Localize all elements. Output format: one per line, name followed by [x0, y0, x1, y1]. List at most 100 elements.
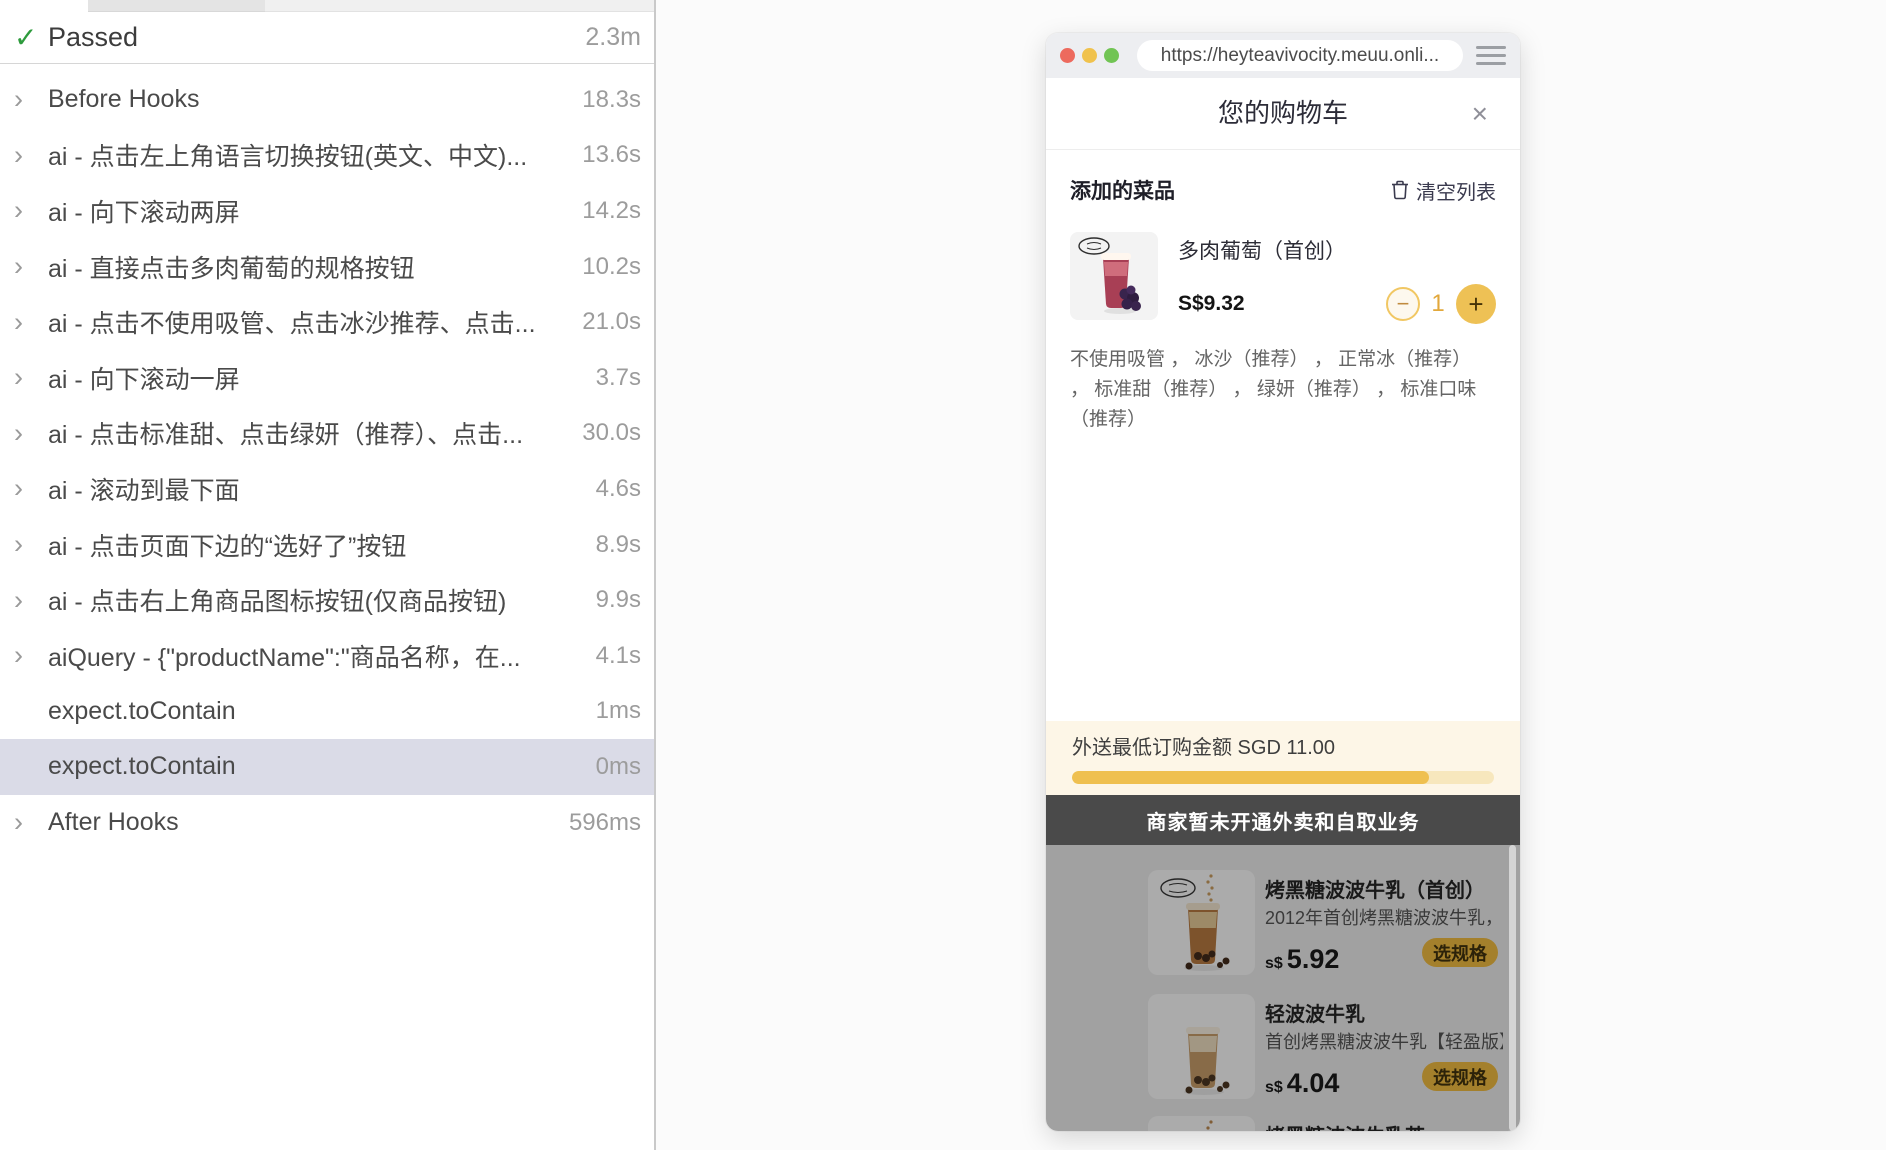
chevron-right-icon: ›	[14, 362, 23, 393]
test-step-row[interactable]: › ai - 点击页面下边的“选好了”按钮 8.9s	[0, 517, 654, 573]
check-icon: ✓	[14, 22, 38, 53]
test-steps-panel: ✓ Passed 2.3m › Before Hooks 18.3s › ai …	[0, 0, 656, 1150]
chevron-right-icon: ›	[14, 584, 23, 615]
cart-item-info: 多肉葡萄（首创） S$9.32 − 1 +	[1178, 230, 1496, 345]
test-step-label: ai - 点击右上角商品图标按钮(仅商品按钮)	[48, 588, 507, 617]
hamburger-menu-icon[interactable]	[1476, 46, 1506, 65]
min-order-label: 外送最低订购金额 SGD 11.00	[1072, 737, 1336, 759]
test-step-duration: 10.2s	[582, 252, 641, 280]
modal-dim-overlay	[1046, 845, 1520, 1131]
tab-strip-filler	[265, 0, 654, 12]
test-step-row[interactable]: › ai - 向下滚动一屏 3.7s	[0, 350, 654, 406]
cart-title: 您的购物车	[1217, 98, 1348, 128]
test-status-label: Passed	[48, 22, 139, 52]
cart-modal-header: 您的购物车 ×	[1046, 78, 1520, 150]
test-step-duration: 30.0s	[582, 419, 641, 447]
test-step-duration: 9.9s	[595, 586, 641, 614]
test-step-label: ai - 向下滚动一屏	[48, 365, 240, 394]
test-step-row[interactable]: › Before Hooks 18.3s	[0, 72, 654, 128]
cart-item-name: 多肉葡萄（首创）	[1178, 240, 1346, 263]
test-step-label: ai - 点击页面下边的“选好了”按钮	[48, 532, 407, 561]
test-step-row[interactable]: › aiQuery - {"productName":"商品名称，在... 4.…	[0, 628, 654, 684]
browser-toolbar: https://heyteavivocity.meuu.onli...	[1046, 33, 1520, 78]
test-step-row[interactable]: › ai - 向下滚动两屏 14.2s	[0, 183, 654, 239]
test-step-label: ai - 向下滚动两屏	[48, 198, 240, 227]
minimize-traffic-light[interactable]	[1082, 48, 1097, 63]
chevron-right-icon: ›	[14, 529, 23, 560]
dimmed-menu-background: 烤黑糖波波牛乳（首创） 2012年首创烤黑糖波波牛乳，“布蕾珍... s$5.9…	[1046, 845, 1520, 1131]
address-bar[interactable]: https://heyteavivocity.meuu.onli...	[1137, 40, 1463, 71]
test-step-label: ai - 点击标准甜、点击绿妍（推荐）、点击...	[48, 421, 524, 450]
added-items-label: 添加的菜品	[1070, 180, 1175, 203]
test-step-row[interactable]: › expect.toContain 1ms	[0, 684, 654, 740]
test-step-label: After Hooks	[48, 808, 179, 837]
inactive-tab-top[interactable]	[88, 0, 265, 12]
test-status-duration: 2.3m	[585, 23, 641, 51]
test-step-duration: 21.0s	[582, 308, 641, 336]
chevron-right-icon: ›	[14, 195, 23, 226]
maximize-traffic-light[interactable]	[1104, 48, 1119, 63]
test-step-row[interactable]: › ai - 点击标准甜、点击绿妍（推荐）、点击... 30.0s	[0, 406, 654, 462]
chevron-right-icon: ›	[14, 139, 23, 170]
screenshot-preview-area: https://heyteavivocity.meuu.onli... 您的购物…	[658, 0, 1886, 1150]
close-traffic-light[interactable]	[1060, 48, 1075, 63]
chevron-right-icon: ›	[14, 417, 23, 448]
test-step-duration: 4.6s	[595, 474, 641, 502]
cart-section-header: 添加的菜品 清空列表	[1046, 150, 1520, 230]
test-step-row[interactable]: › expect.toContain 0ms	[0, 739, 654, 795]
min-order-section: 外送最低订购金额 SGD 11.00	[1046, 721, 1520, 795]
test-step-duration: 3.7s	[595, 363, 641, 391]
test-step-duration: 0ms	[595, 752, 641, 780]
cart-item-options: 不使用吸管 ， 冰沙（推荐） ， 正常冰（推荐） ， 标准甜（推荐） ， 绿妍（…	[1070, 349, 1477, 430]
test-step-row[interactable]: › ai - 直接点击多肉葡萄的规格按钮 10.2s	[0, 239, 654, 295]
test-step-duration: 1ms	[595, 697, 641, 725]
test-step-list: › Before Hooks 18.3s › ai - 点击左上角语言切换按钮(…	[0, 64, 654, 850]
cart-item-price: S$9.32	[1178, 292, 1245, 315]
test-step-row[interactable]: › ai - 点击不使用吸管、点击冰沙推荐、点击... 21.0s	[0, 294, 654, 350]
scrollbar[interactable]	[1509, 845, 1516, 1131]
chevron-right-icon: ›	[14, 640, 23, 671]
test-step-label: aiQuery - {"productName":"商品名称，在...	[48, 643, 521, 672]
min-order-progress-fill	[1072, 771, 1429, 784]
trash-icon	[1392, 180, 1408, 200]
service-unavailable-banner: 商家暂未开通外卖和自取业务	[1046, 795, 1520, 845]
test-step-label: Before Hooks	[48, 85, 200, 114]
chevron-right-icon: ›	[14, 306, 23, 337]
tab-strip	[0, 0, 654, 12]
test-step-label: ai - 点击左上角语言切换按钮(英文、中文)...	[48, 143, 528, 172]
test-step-label: expect.toContain	[48, 696, 236, 725]
test-step-label: ai - 直接点击多肉葡萄的规格按钮	[48, 254, 415, 283]
test-step-duration: 13.6s	[582, 141, 641, 169]
test-step-row[interactable]: › ai - 点击左上角语言切换按钮(英文、中文)... 13.6s	[0, 128, 654, 184]
test-step-label: ai - 滚动到最下面	[48, 476, 240, 505]
product-image-grape-drink	[1070, 232, 1158, 320]
test-status-row[interactable]: ✓ Passed 2.3m	[0, 12, 654, 64]
close-icon[interactable]: ×	[1472, 100, 1488, 128]
clear-list-label: 清空列表	[1416, 181, 1496, 204]
test-step-duration: 596ms	[568, 808, 641, 836]
chevron-right-icon: ›	[14, 84, 23, 115]
test-step-label: ai - 点击不使用吸管、点击冰沙推荐、点击...	[48, 310, 536, 339]
quantity-stepper: − 1 +	[1386, 284, 1496, 324]
test-step-row[interactable]: › ai - 点击右上角商品图标按钮(仅商品按钮) 9.9s	[0, 572, 654, 628]
decrease-quantity-button[interactable]: −	[1386, 287, 1420, 321]
chevron-right-icon: ›	[14, 807, 23, 838]
test-step-duration: 4.1s	[595, 641, 641, 669]
increase-quantity-button[interactable]: +	[1456, 284, 1496, 324]
min-order-progress-track	[1072, 771, 1494, 784]
cart-item-row: 多肉葡萄（首创） S$9.32 − 1 +	[1046, 230, 1520, 345]
active-tab-top[interactable]	[0, 0, 88, 12]
clear-list-button[interactable]: 清空列表	[1391, 176, 1496, 205]
chevron-right-icon: ›	[14, 251, 23, 282]
test-step-row[interactable]: › After Hooks 596ms	[0, 795, 654, 851]
test-step-duration: 8.9s	[595, 530, 641, 558]
quantity-value: 1	[1431, 290, 1445, 317]
test-step-label: expect.toContain	[48, 752, 236, 781]
browser-phone-mockup: https://heyteavivocity.meuu.onli... 您的购物…	[1046, 33, 1520, 1131]
chevron-right-icon: ›	[14, 473, 23, 504]
test-step-row[interactable]: › ai - 滚动到最下面 4.6s	[0, 461, 654, 517]
test-step-duration: 18.3s	[582, 85, 641, 113]
cart-empty-space	[1046, 435, 1520, 721]
report-page: ✓ Passed 2.3m › Before Hooks 18.3s › ai …	[0, 0, 1886, 1150]
test-step-duration: 14.2s	[582, 196, 641, 224]
